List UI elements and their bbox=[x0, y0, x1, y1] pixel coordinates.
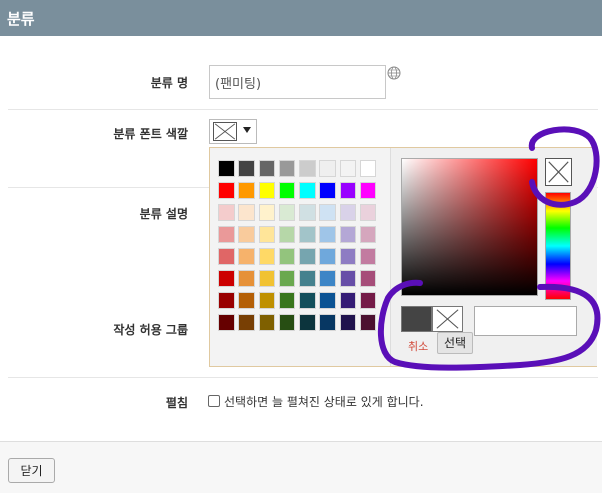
palette-swatch[interactable] bbox=[359, 182, 377, 199]
palette-swatch[interactable] bbox=[319, 160, 336, 177]
palette-swatch[interactable] bbox=[359, 270, 377, 287]
palette-swatch[interactable] bbox=[278, 292, 296, 309]
palette-swatch[interactable] bbox=[299, 160, 316, 177]
palette-swatch[interactable] bbox=[299, 292, 316, 309]
palette-swatch[interactable] bbox=[339, 292, 357, 309]
palette-swatch[interactable] bbox=[339, 270, 357, 287]
chevron-down-icon bbox=[243, 127, 251, 133]
name-label: 분류 명 bbox=[150, 76, 188, 90]
palette-swatch[interactable] bbox=[299, 226, 316, 243]
palette-swatch[interactable] bbox=[238, 226, 255, 243]
palette-swatch[interactable] bbox=[319, 270, 336, 287]
palette-row bbox=[218, 226, 380, 243]
palette-row bbox=[218, 248, 380, 265]
palette-swatch[interactable] bbox=[339, 248, 357, 265]
palette-swatch[interactable] bbox=[319, 314, 336, 331]
cancel-link[interactable]: 취소 bbox=[408, 338, 428, 354]
palette-swatch[interactable] bbox=[339, 160, 357, 177]
font-color-dropdown[interactable] bbox=[209, 119, 257, 144]
row-divider bbox=[8, 109, 598, 110]
previous-color-preview bbox=[401, 306, 432, 332]
palette-swatch[interactable] bbox=[218, 292, 235, 309]
palette-swatch[interactable] bbox=[339, 314, 357, 331]
palette-swatch[interactable] bbox=[278, 248, 296, 265]
palette-swatch[interactable] bbox=[238, 270, 255, 287]
palette-swatch[interactable] bbox=[278, 204, 296, 221]
palette-swatch[interactable] bbox=[278, 270, 296, 287]
expand-checkbox[interactable] bbox=[208, 395, 220, 407]
color-palette bbox=[218, 160, 380, 336]
palette-swatch[interactable] bbox=[278, 182, 296, 199]
saturation-value-field[interactable] bbox=[401, 158, 538, 296]
font-color-label: 분류 폰트 색깔 bbox=[113, 127, 188, 141]
palette-swatch[interactable] bbox=[218, 182, 235, 199]
globe-icon[interactable] bbox=[387, 66, 401, 80]
palette-swatch[interactable] bbox=[278, 160, 296, 177]
palette-swatch[interactable] bbox=[319, 248, 336, 265]
expand-checkbox-label[interactable]: 선택하면 늘 펼쳐진 상태로 있게 합니다. bbox=[224, 393, 424, 410]
palette-swatch[interactable] bbox=[339, 204, 357, 221]
color-hex-input[interactable] bbox=[474, 306, 577, 336]
palette-swatch[interactable] bbox=[299, 248, 316, 265]
palette-swatch[interactable] bbox=[299, 204, 316, 221]
palette-row bbox=[218, 160, 380, 177]
no-color-icon[interactable] bbox=[545, 158, 572, 186]
palette-swatch[interactable] bbox=[299, 314, 316, 331]
palette-swatch[interactable] bbox=[319, 182, 336, 199]
dialog-header: 분류 bbox=[0, 0, 602, 36]
palette-row bbox=[218, 314, 380, 331]
palette-swatch[interactable] bbox=[359, 160, 377, 177]
palette-swatch[interactable] bbox=[218, 270, 235, 287]
palette-swatch[interactable] bbox=[238, 204, 255, 221]
palette-swatch[interactable] bbox=[359, 292, 377, 309]
palette-swatch[interactable] bbox=[258, 226, 276, 243]
palette-swatch[interactable] bbox=[238, 314, 255, 331]
palette-swatch[interactable] bbox=[238, 292, 255, 309]
palette-swatch[interactable] bbox=[359, 248, 377, 265]
palette-swatch[interactable] bbox=[258, 292, 276, 309]
palette-swatch[interactable] bbox=[319, 226, 336, 243]
palette-row bbox=[218, 204, 380, 221]
palette-swatch[interactable] bbox=[359, 314, 377, 331]
palette-swatch[interactable] bbox=[238, 182, 255, 199]
palette-swatch[interactable] bbox=[339, 182, 357, 199]
palette-swatch[interactable] bbox=[319, 204, 336, 221]
allowed-group-label: 작성 허용 그룹 bbox=[113, 323, 188, 337]
no-color-icon bbox=[213, 122, 237, 141]
palette-swatch[interactable] bbox=[299, 270, 316, 287]
palette-swatch[interactable] bbox=[218, 314, 235, 331]
expand-label: 펼침 bbox=[165, 396, 188, 410]
palette-swatch[interactable] bbox=[238, 248, 255, 265]
dialog-footer bbox=[0, 441, 602, 493]
palette-swatch[interactable] bbox=[299, 182, 316, 199]
select-color-button[interactable]: 선택 bbox=[437, 332, 473, 354]
dialog-title: 분류 bbox=[7, 10, 35, 28]
palette-swatch[interactable] bbox=[218, 160, 235, 177]
palette-swatch[interactable] bbox=[258, 160, 276, 177]
palette-swatch[interactable] bbox=[218, 204, 235, 221]
palette-swatch[interactable] bbox=[359, 226, 377, 243]
palette-row bbox=[218, 270, 380, 287]
palette-swatch[interactable] bbox=[258, 270, 276, 287]
palette-swatch[interactable] bbox=[258, 182, 276, 199]
palette-swatch[interactable] bbox=[218, 248, 235, 265]
palette-swatch[interactable] bbox=[238, 160, 255, 177]
category-name-input[interactable] bbox=[209, 65, 386, 99]
description-label: 분류 설명 bbox=[139, 207, 188, 221]
palette-swatch[interactable] bbox=[258, 314, 276, 331]
palette-row bbox=[218, 292, 380, 309]
palette-swatch[interactable] bbox=[278, 226, 296, 243]
palette-swatch[interactable] bbox=[218, 226, 235, 243]
hue-slider[interactable] bbox=[545, 192, 571, 300]
palette-swatch[interactable] bbox=[278, 314, 296, 331]
palette-swatch[interactable] bbox=[359, 204, 377, 221]
palette-swatch[interactable] bbox=[258, 204, 276, 221]
palette-swatch[interactable] bbox=[319, 292, 336, 309]
palette-row bbox=[218, 182, 380, 199]
palette-swatch[interactable] bbox=[258, 248, 276, 265]
close-button[interactable]: 닫기 bbox=[8, 458, 55, 483]
palette-swatch[interactable] bbox=[339, 226, 357, 243]
row-divider bbox=[8, 377, 598, 378]
no-color-icon bbox=[432, 306, 463, 332]
